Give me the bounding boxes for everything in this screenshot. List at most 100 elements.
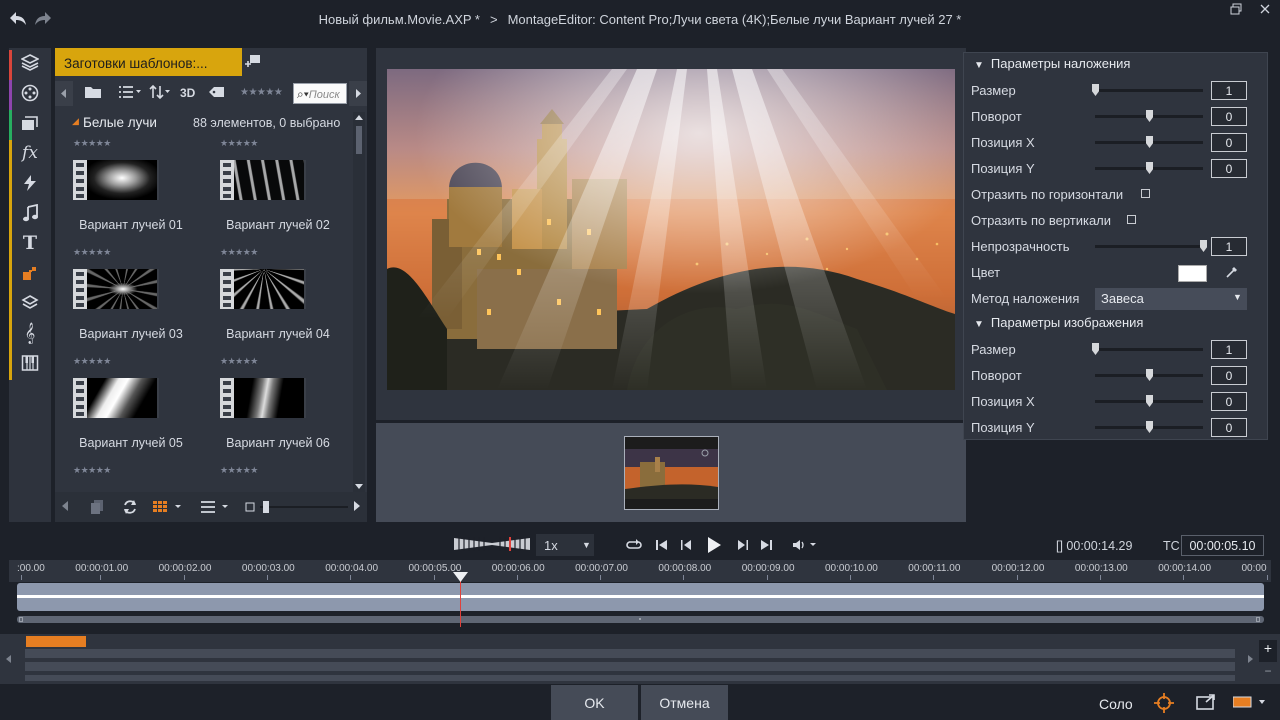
track-color-icon[interactable] [1233, 696, 1269, 708]
color-swatch[interactable] [1178, 265, 1207, 282]
slider-knob[interactable] [1146, 395, 1153, 407]
position-y-input[interactable]: 0 [1211, 159, 1247, 178]
slider-knob[interactable] [263, 501, 269, 513]
rating-stars[interactable]: ★★★★★ [73, 247, 111, 258]
library-search-input[interactable]: ⌕▾Поиск [293, 83, 347, 104]
rating-stars[interactable]: ★★★★★ [73, 465, 111, 476]
volume-icon[interactable] [792, 538, 818, 552]
rating-stars[interactable]: ★★★★★ [73, 356, 111, 367]
timeline-scrollbar[interactable] [17, 616, 1264, 623]
thumbnail-size-slider[interactable] [260, 501, 348, 513]
timecode-input[interactable]: 00:00:05.10 [1181, 535, 1264, 556]
overlay-params-header[interactable]: ▼ Параметры наложения [974, 56, 1130, 71]
slider-knob[interactable] [1092, 84, 1099, 96]
playhead-handle[interactable] [453, 572, 468, 582]
slider-knob[interactable] [1146, 421, 1153, 433]
thumb-size-small-icon[interactable] [245, 502, 255, 512]
image-rotation-slider[interactable] [1095, 369, 1203, 381]
slider-knob[interactable] [1146, 162, 1153, 174]
step-forward-icon[interactable] [735, 538, 749, 552]
rotation-slider[interactable] [1095, 110, 1203, 122]
crosshair-target-icon[interactable] [1153, 692, 1175, 714]
slider-knob[interactable] [1200, 240, 1207, 252]
details-view-icon[interactable] [200, 500, 230, 514]
position-x-slider[interactable] [1095, 136, 1203, 148]
overview-right-icon[interactable] [1247, 655, 1253, 663]
layers-icon[interactable] [9, 288, 51, 318]
image-position-x-input[interactable]: 0 [1211, 392, 1247, 411]
slider-knob[interactable] [1146, 110, 1153, 122]
rating-stars[interactable]: ★★★★★ [220, 138, 258, 149]
ok-button[interactable]: OK [551, 685, 638, 720]
zoom-in-icon[interactable]: + [1259, 640, 1277, 662]
copy-icon[interactable] [90, 499, 104, 515]
tag-icon[interactable] [208, 84, 226, 100]
library-item[interactable]: Вариант лучей 06 ★★★★★ [220, 378, 350, 483]
refresh-icon[interactable] [122, 499, 138, 515]
library-item[interactable]: Вариант лучей 04 ★★★★★ [220, 269, 350, 374]
toolbar-scroll-right-icon[interactable] [349, 81, 367, 106]
bottom-scroll-left-icon[interactable] [61, 500, 69, 512]
list-view-icon[interactable] [118, 84, 142, 100]
jog-shuttle[interactable] [454, 537, 530, 551]
library-tab-templates[interactable]: Заготовки шаблонов:... [55, 48, 242, 76]
solo-toggle[interactable]: Соло [1099, 696, 1133, 712]
new-tab-icon[interactable] [245, 54, 261, 68]
rating-stars[interactable]: ★★★★★ [220, 465, 258, 476]
go-to-end-icon[interactable] [759, 538, 773, 552]
close-window-icon[interactable] [1259, 3, 1271, 15]
preview-player-image[interactable] [387, 69, 955, 390]
rating-stars[interactable]: ★★★★★ [220, 356, 258, 367]
bottom-scroll-right-icon[interactable] [353, 500, 361, 512]
restore-window-icon[interactable] [1230, 3, 1242, 15]
blend-mode-select[interactable]: Завеса ▼ [1095, 288, 1247, 310]
slider-knob[interactable] [1092, 343, 1099, 355]
transitions-icon[interactable] [9, 168, 51, 198]
3d-filter-button[interactable]: 3D [180, 86, 195, 100]
zoom-out-icon[interactable]: − [1259, 664, 1277, 682]
image-params-header[interactable]: ▼ Параметры изображения [974, 315, 1143, 330]
effects-fx-icon[interactable]: fx [9, 138, 51, 168]
image-position-y-slider[interactable] [1095, 421, 1203, 433]
montage-templates-icon[interactable] [9, 258, 51, 288]
opacity-input[interactable]: 1 [1211, 237, 1247, 256]
projects-icon[interactable] [9, 48, 51, 78]
library-item[interactable]: Вариант лучей 01 ★★★★★ [73, 160, 203, 265]
image-size-input[interactable]: 1 [1211, 340, 1247, 359]
playhead[interactable] [460, 575, 461, 627]
scorefitter-treble-clef-icon[interactable]: 𝄞 [9, 318, 51, 348]
grid-view-icon[interactable] [153, 500, 183, 514]
position-x-input[interactable]: 0 [1211, 133, 1247, 152]
folder-expand-icon[interactable]: ◢ [72, 116, 79, 127]
library-item[interactable]: Вариант лучей 03 ★★★★★ [73, 269, 203, 374]
piano-keys-icon[interactable] [9, 348, 51, 378]
cancel-button[interactable]: Отмена [641, 685, 728, 720]
folder-icon[interactable] [84, 84, 102, 100]
flip-vertical-checkbox[interactable] [1127, 215, 1136, 224]
step-back-icon[interactable] [680, 538, 694, 552]
size-slider[interactable] [1092, 84, 1203, 96]
position-y-slider[interactable] [1095, 162, 1203, 174]
rotation-input[interactable]: 0 [1211, 107, 1247, 126]
film-reel-icon[interactable] [9, 78, 51, 108]
image-rotation-input[interactable]: 0 [1211, 366, 1247, 385]
opacity-slider[interactable] [1095, 240, 1207, 252]
image-position-x-slider[interactable] [1095, 395, 1203, 407]
media-stack-icon[interactable] [9, 108, 51, 138]
slider-knob[interactable] [1146, 369, 1153, 381]
sort-icon[interactable] [149, 84, 171, 100]
playback-speed-select[interactable]: 1x ▼ [536, 534, 594, 556]
storyboard-clip-thumbnail[interactable] [624, 436, 719, 510]
go-to-start-icon[interactable] [655, 538, 669, 552]
toolbar-scroll-left-icon[interactable] [55, 81, 73, 106]
play-icon[interactable] [706, 536, 722, 554]
image-size-slider[interactable] [1092, 343, 1203, 355]
library-item[interactable]: Вариант лучей 05 ★★★★★ [73, 378, 203, 483]
music-note-icon[interactable] [9, 198, 51, 228]
external-preview-icon[interactable] [1196, 694, 1216, 710]
size-input[interactable]: 1 [1211, 81, 1247, 100]
loop-icon[interactable] [625, 538, 643, 552]
flip-horizontal-checkbox[interactable] [1141, 189, 1150, 198]
title-text-icon[interactable]: T [9, 228, 51, 258]
image-position-y-input[interactable]: 0 [1211, 418, 1247, 437]
